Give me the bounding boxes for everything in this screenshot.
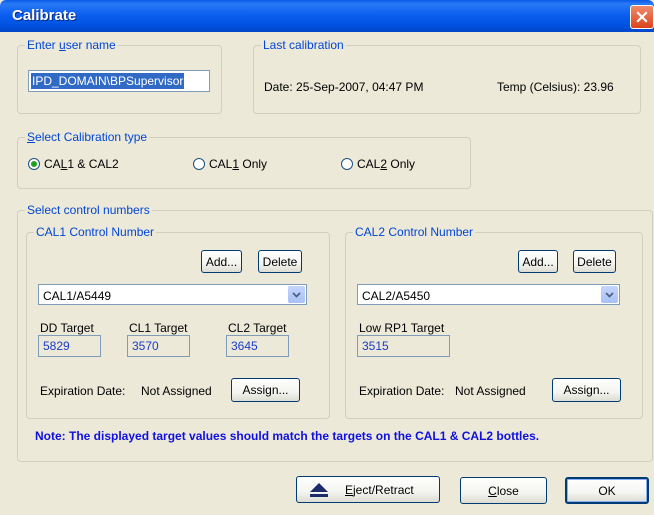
user-name-input[interactable]: IPD_DOMAIN\BPSupervisor xyxy=(28,70,210,92)
radio-cal1-only-label: CAL1 Only xyxy=(209,157,268,171)
last-calibration-date: Date: 25-Sep-2007, 04:47 PM xyxy=(264,80,424,94)
dd-target-label: DD Target xyxy=(40,321,94,335)
cal1-control-group: CAL1 Control Number Add... Delete CAL1/A… xyxy=(26,225,330,419)
calibration-type-legend: Select Calibration type xyxy=(25,130,150,144)
cal1-selected-value: CAL1/A5449 xyxy=(43,289,112,303)
radio-cal2-only[interactable]: CAL2 Only xyxy=(341,157,415,171)
radio-cal1-cal2[interactable]: CAL1 & CAL2 xyxy=(28,157,119,171)
cal2-control-select[interactable]: CAL2/A5450 xyxy=(357,284,620,305)
chevron-down-icon[interactable] xyxy=(601,286,618,303)
last-calibration-temp: Temp (Celsius): 23.96 xyxy=(497,80,614,94)
cal1-control-select[interactable]: CAL1/A5449 xyxy=(38,284,307,305)
cal2-control-legend: CAL2 Control Number xyxy=(353,225,476,239)
target-values-note: Note: The displayed target values should… xyxy=(35,429,540,443)
chevron-down-icon[interactable] xyxy=(288,286,305,303)
radio-cal1-cal2-label: CAL1 & CAL2 xyxy=(44,157,119,171)
cal2-add-button[interactable]: Add... xyxy=(518,250,558,273)
title-bar[interactable]: Calibrate xyxy=(0,0,654,32)
radio-unchecked-icon xyxy=(341,158,353,170)
radio-checked-icon xyxy=(28,158,40,170)
cal2-selected-value: CAL2/A5450 xyxy=(362,289,431,303)
radio-cal1-only[interactable]: CAL1 Only xyxy=(193,157,267,171)
close-button[interactable]: Close xyxy=(460,477,547,504)
cal1-expiration-label: Expiration Date: xyxy=(40,384,126,398)
cl1-target-value: 3570 xyxy=(127,335,190,357)
dd-target-value: 5829 xyxy=(38,335,101,357)
user-name-legend: Enter user name xyxy=(25,38,118,52)
cal2-assign-button[interactable]: Assign... xyxy=(552,378,621,402)
calibration-type-group: Select Calibration type CAL1 & CAL2 CAL1… xyxy=(17,130,471,189)
eject-retract-label: Eject/Retract xyxy=(345,482,414,497)
cl2-target-value: 3645 xyxy=(226,335,289,357)
radio-unchecked-icon xyxy=(193,158,205,170)
radio-cal2-only-label: CAL2 Only xyxy=(357,157,416,171)
cal2-delete-button[interactable]: Delete xyxy=(573,250,616,273)
low-rp1-target-label: Low RP1 Target xyxy=(359,321,445,335)
cl1-target-label: CL1 Target xyxy=(129,321,188,335)
ok-button[interactable]: OK xyxy=(565,477,649,504)
low-rp1-target-value: 3515 xyxy=(357,335,450,357)
control-numbers-legend: Select control numbers xyxy=(25,203,152,217)
close-button-label: Close xyxy=(488,483,519,498)
cal1-add-button[interactable]: Add... xyxy=(201,250,242,273)
last-calibration-group: Last calibration Date: 25-Sep-2007, 04:4… xyxy=(253,38,641,114)
window-title: Calibrate xyxy=(12,7,77,24)
eject-retract-button[interactable]: Eject/Retract xyxy=(296,476,440,503)
cal2-control-group: CAL2 Control Number Add... Delete CAL2/A… xyxy=(345,225,643,419)
cal1-assign-button[interactable]: Assign... xyxy=(231,378,300,402)
cal1-control-legend: CAL1 Control Number xyxy=(34,225,157,239)
control-numbers-group: Select control numbers CAL1 Control Numb… xyxy=(17,203,653,462)
cal2-expiration-value: Not Assigned xyxy=(455,384,526,398)
cl2-target-label: CL2 Target xyxy=(228,321,287,335)
cal2-expiration-label: Expiration Date: xyxy=(359,384,445,398)
close-icon xyxy=(636,11,648,23)
cal1-expiration-value: Not Assigned xyxy=(141,384,212,398)
cal1-delete-button[interactable]: Delete xyxy=(258,250,302,273)
calibrate-dialog: Calibrate Enter user name IPD_DOMAIN\BPS… xyxy=(0,0,654,515)
eject-icon xyxy=(310,482,328,497)
close-window-button[interactable] xyxy=(630,5,654,29)
last-calibration-legend: Last calibration xyxy=(261,38,346,52)
user-name-group: Enter user name IPD_DOMAIN\BPSupervisor xyxy=(17,38,222,114)
user-name-value: IPD_DOMAIN\BPSupervisor xyxy=(31,73,185,89)
